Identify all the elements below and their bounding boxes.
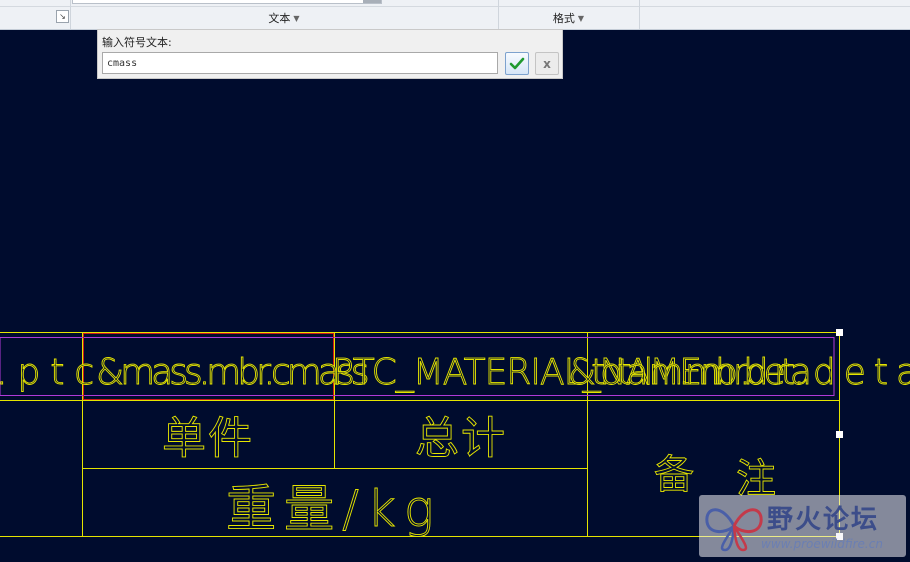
forum-watermark: 野火论坛 www.proewildfire.cn (699, 495, 906, 557)
resize-handle[interactable] (836, 329, 843, 336)
cell-unit[interactable]: 单件 (162, 413, 254, 465)
table-cells: 单件 总计 重量/kg 备 注 (162, 413, 777, 539)
param-fragment-right[interactable]: mbr.deta (700, 352, 910, 394)
watermark-title: 野火论坛 (767, 505, 880, 535)
resize-handle[interactable] (836, 431, 843, 438)
drawing-canvas[interactable]: .ptc &mass.mbr.cmass PTC_MATERIAL_NAME &… (0, 0, 910, 562)
symbol-text-input[interactable] (102, 52, 498, 74)
watermark-url: www.proewildfire.cn (761, 537, 883, 551)
cell-total[interactable]: 总计 (415, 413, 507, 465)
cell-remarks-1[interactable]: 备 (654, 452, 695, 499)
checkmark-icon (509, 57, 525, 69)
confirm-button[interactable] (505, 52, 529, 75)
cancel-button[interactable]: x (535, 52, 559, 75)
symbol-text-label: 输入符号文本: (102, 36, 172, 49)
symbol-text-dialog: 输入符号文本: x (97, 29, 563, 79)
param-mass[interactable]: &mass.mbr.cmass (96, 352, 373, 394)
cell-weight[interactable]: 重量/kg (226, 480, 442, 539)
header-row-text: .ptc &mass.mbr.cmass PTC_MATERIAL_NAME &… (0, 352, 910, 394)
param-fragment-left[interactable]: .ptc (0, 352, 104, 394)
butterfly-logo-icon (705, 508, 763, 552)
close-icon: x (543, 56, 551, 71)
